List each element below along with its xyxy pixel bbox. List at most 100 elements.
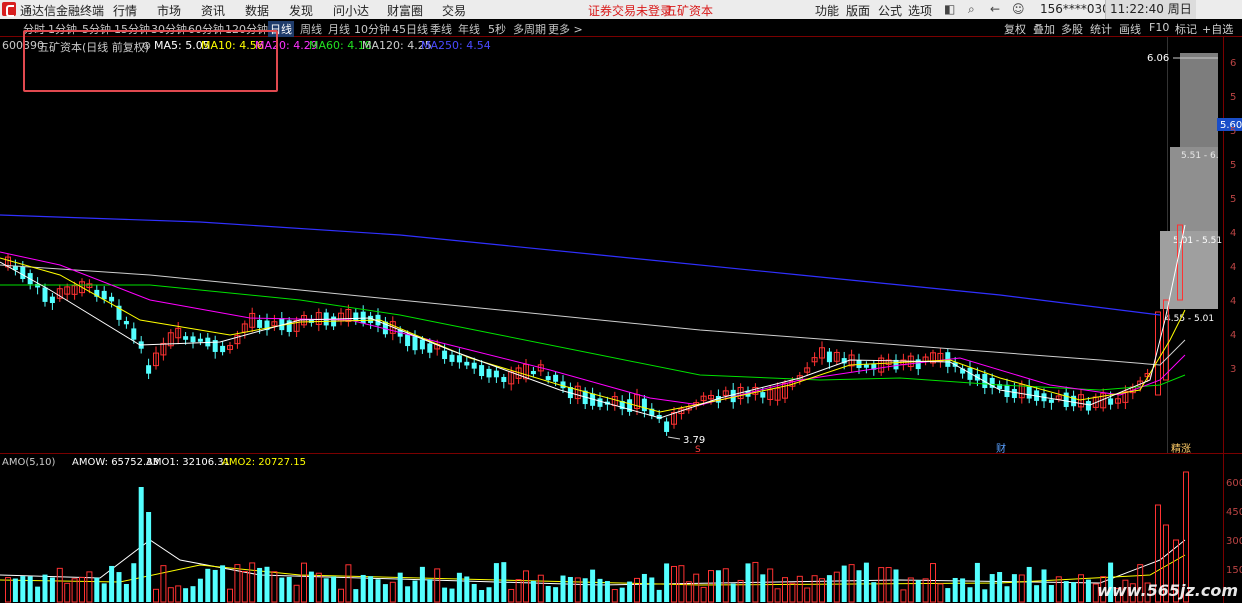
volume-bar [49,577,55,602]
volume-bar [937,583,944,603]
candle-body [863,364,869,368]
volume-bar [945,588,951,602]
volume-bar [345,564,352,603]
candle-body [560,381,566,389]
volume-bar [871,582,877,602]
volume-bar [774,588,781,603]
volume-bar [848,564,855,603]
candle-body [257,319,263,328]
ma250-line [0,214,1161,316]
volume-bar [545,585,551,602]
volume-bar [737,579,744,603]
volume-bar [997,572,1003,602]
candle-body [101,290,107,300]
volume-bar [907,577,914,603]
watermark: www.565jz.com [1097,581,1238,600]
candle-body [419,339,425,350]
volume-bar [863,562,869,602]
volume-bar [796,575,803,603]
volume-bar [611,589,618,603]
volume-bar [722,568,729,603]
volume-bar [974,562,980,602]
volume-bar [760,574,766,602]
volume-bar [1011,574,1017,602]
candle-body [501,376,507,382]
ma120-line [0,264,1186,366]
volume-bar [479,589,485,602]
volume-bar [693,573,700,603]
volume-bar [1063,581,1069,602]
volume-bar [86,571,93,603]
volume-bar [745,563,751,602]
candle-body [1026,386,1032,399]
volume-bar [989,574,995,602]
candle-body [641,398,647,412]
axis-labels-layer: 6 5 5 5 5 4 4 4 4 3 600 450 300 150 [1226,58,1242,576]
volume-bar [841,565,847,602]
volume-bar [567,576,573,602]
volume-bar [893,569,899,602]
volume-bar [286,576,292,602]
candle-body [20,266,26,280]
candle-body [493,370,499,378]
price-axis-label: 4 [1230,296,1236,307]
volume-bar [205,568,211,602]
volume-bar [819,578,825,603]
volume-bar [501,562,507,602]
volume-bar [353,589,359,602]
kline-chart[interactable]: 6.06 5.51 - 6. 5.01 - 5.51 4.55 - 5.01 5… [0,0,1242,603]
volume-bar [257,567,263,602]
volume-axis-label: 300 [1226,536,1242,547]
volume-bar [293,584,300,603]
volume-bar [597,578,603,602]
volume-bar [190,586,196,602]
volume-bar [412,580,418,602]
volume-bar [42,574,48,602]
volume-bar [627,581,633,602]
volume-bar [1018,574,1025,603]
candle-body [442,350,448,360]
volume-bar [930,563,936,603]
volume-bar [767,568,774,603]
volume-bar [464,576,470,602]
tag-cai: 财 [996,442,1006,455]
volume-bar [885,567,892,603]
candle-body [42,287,48,302]
volume-bar [397,572,403,602]
volume-bar [442,587,448,602]
volume-bar [56,567,63,603]
candle-body [1108,398,1114,405]
volume-bar [419,566,425,602]
volume-bar [537,574,544,603]
price-axis-label: 4 [1230,262,1236,273]
volume-bar [582,578,588,602]
volume-bar [212,569,218,602]
volume-bar [368,576,374,602]
candle-body [353,312,359,321]
candle-body [664,421,670,432]
volume-bar [264,566,270,602]
candle-body [456,355,462,363]
candle-body [449,354,455,362]
volume-bar [138,487,144,602]
volume-bar [434,568,441,603]
volume-bar [804,587,811,603]
volume-bar [12,578,18,602]
candle-body [123,321,129,325]
volume-bar [915,580,921,602]
candle-body [760,392,766,398]
candle-body [183,336,189,340]
volume-bar [271,571,278,603]
candle-body [1048,399,1054,403]
volume-bar [553,587,559,602]
volume-bar [856,570,862,602]
volume-bar [20,576,26,602]
price-axis-label: 5 [1230,92,1236,103]
price-axis-label: 6 [1230,58,1236,69]
candle-body [190,336,196,343]
tag-s: S [695,445,701,455]
volume-bar [389,581,396,603]
volume-axis-label: 450 [1226,507,1242,518]
price-axis-label: 5 [1230,126,1236,137]
volume-bar [523,570,529,603]
